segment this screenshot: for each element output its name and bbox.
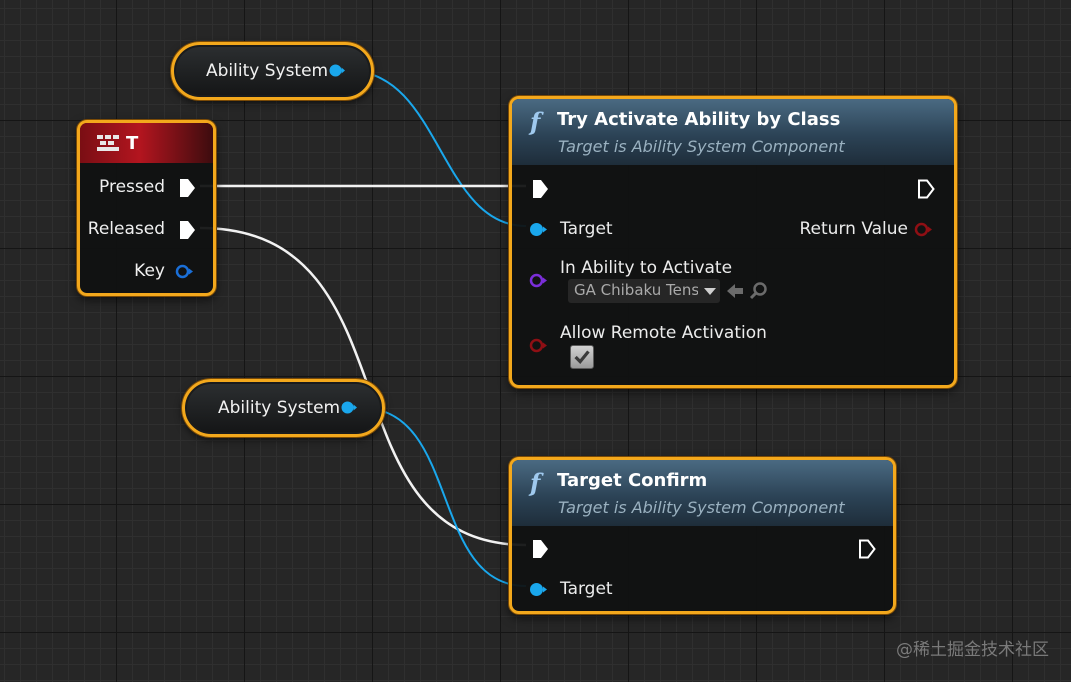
node-subtitle: Target is Ability System Component — [558, 498, 845, 517]
node-header: f Try Activate Ability by Class Target i… — [512, 99, 954, 165]
ability-system-variable-node-bottom[interactable]: Ability System — [182, 379, 385, 437]
object-input-pin-target[interactable] — [529, 582, 547, 597]
pin-label-key: Key — [134, 261, 165, 281]
wire-ability-system-to-target-confirm-target — [361, 407, 527, 587]
ability-class-value: GA Chibaku Tensei — [574, 281, 698, 299]
node-header: T — [80, 123, 213, 163]
checkmark-icon — [574, 350, 590, 364]
class-input-pin-in-ability[interactable] — [529, 273, 547, 288]
ability-system-variable-node-top[interactable]: Ability System — [171, 42, 374, 100]
object-output-pin[interactable] — [329, 64, 345, 77]
pin-label-pressed: Pressed — [99, 177, 165, 197]
target-confirm-node[interactable]: f Target Confirm Target is Ability Syste… — [509, 457, 896, 614]
node-title: T — [126, 133, 139, 154]
input-key-event-node[interactable]: T Pressed Released Key — [77, 120, 216, 296]
try-activate-ability-by-class-node[interactable]: f Try Activate Ability by Class Target i… — [509, 96, 957, 388]
pin-label-return-value: Return Value — [799, 219, 909, 239]
pin-label-target: Target — [560, 219, 613, 239]
exec-input-pin[interactable] — [531, 179, 549, 199]
pin-label-target: Target — [560, 579, 613, 599]
allow-remote-activation-checkbox[interactable] — [570, 345, 594, 369]
node-subtitle: Target is Ability System Component — [558, 137, 845, 156]
exec-input-pin[interactable] — [531, 539, 549, 559]
arrow-left-icon[interactable] — [725, 281, 745, 301]
ability-class-dropdown[interactable]: GA Chibaku Tensei — [568, 279, 720, 303]
search-icon[interactable] — [749, 281, 769, 301]
node-title: Target Confirm — [557, 470, 708, 491]
object-output-pin[interactable] — [341, 401, 357, 414]
object-input-pin-target[interactable] — [529, 222, 547, 237]
pin-label-allow-remote-activation: Allow Remote Activation — [560, 323, 767, 343]
wire-ability-system-to-try-activate-target — [349, 70, 527, 227]
watermark-text: @稀土掘金技术社区 — [896, 640, 1049, 660]
exec-output-pin[interactable] — [858, 539, 876, 559]
chevron-down-icon — [704, 288, 716, 295]
exec-output-pin[interactable] — [917, 179, 935, 199]
struct-output-pin-key[interactable] — [175, 264, 193, 279]
function-f-icon: f — [530, 468, 541, 497]
exec-output-pin-pressed[interactable] — [178, 178, 196, 198]
node-header: f Target Confirm Target is Ability Syste… — [512, 460, 893, 526]
pin-label-in-ability-to-activate: In Ability to Activate — [560, 258, 733, 278]
function-f-icon: f — [530, 107, 541, 136]
ability-system-label: Ability System — [206, 61, 329, 81]
bool-input-pin-allow-remote[interactable] — [529, 338, 547, 353]
pin-label-released: Released — [87, 219, 165, 239]
exec-output-pin-released[interactable] — [178, 220, 196, 240]
ability-system-label: Ability System — [218, 398, 341, 418]
keyboard-icon — [97, 135, 119, 151]
node-title: Try Activate Ability by Class — [557, 109, 841, 130]
bool-output-pin-return-value[interactable] — [914, 222, 932, 237]
